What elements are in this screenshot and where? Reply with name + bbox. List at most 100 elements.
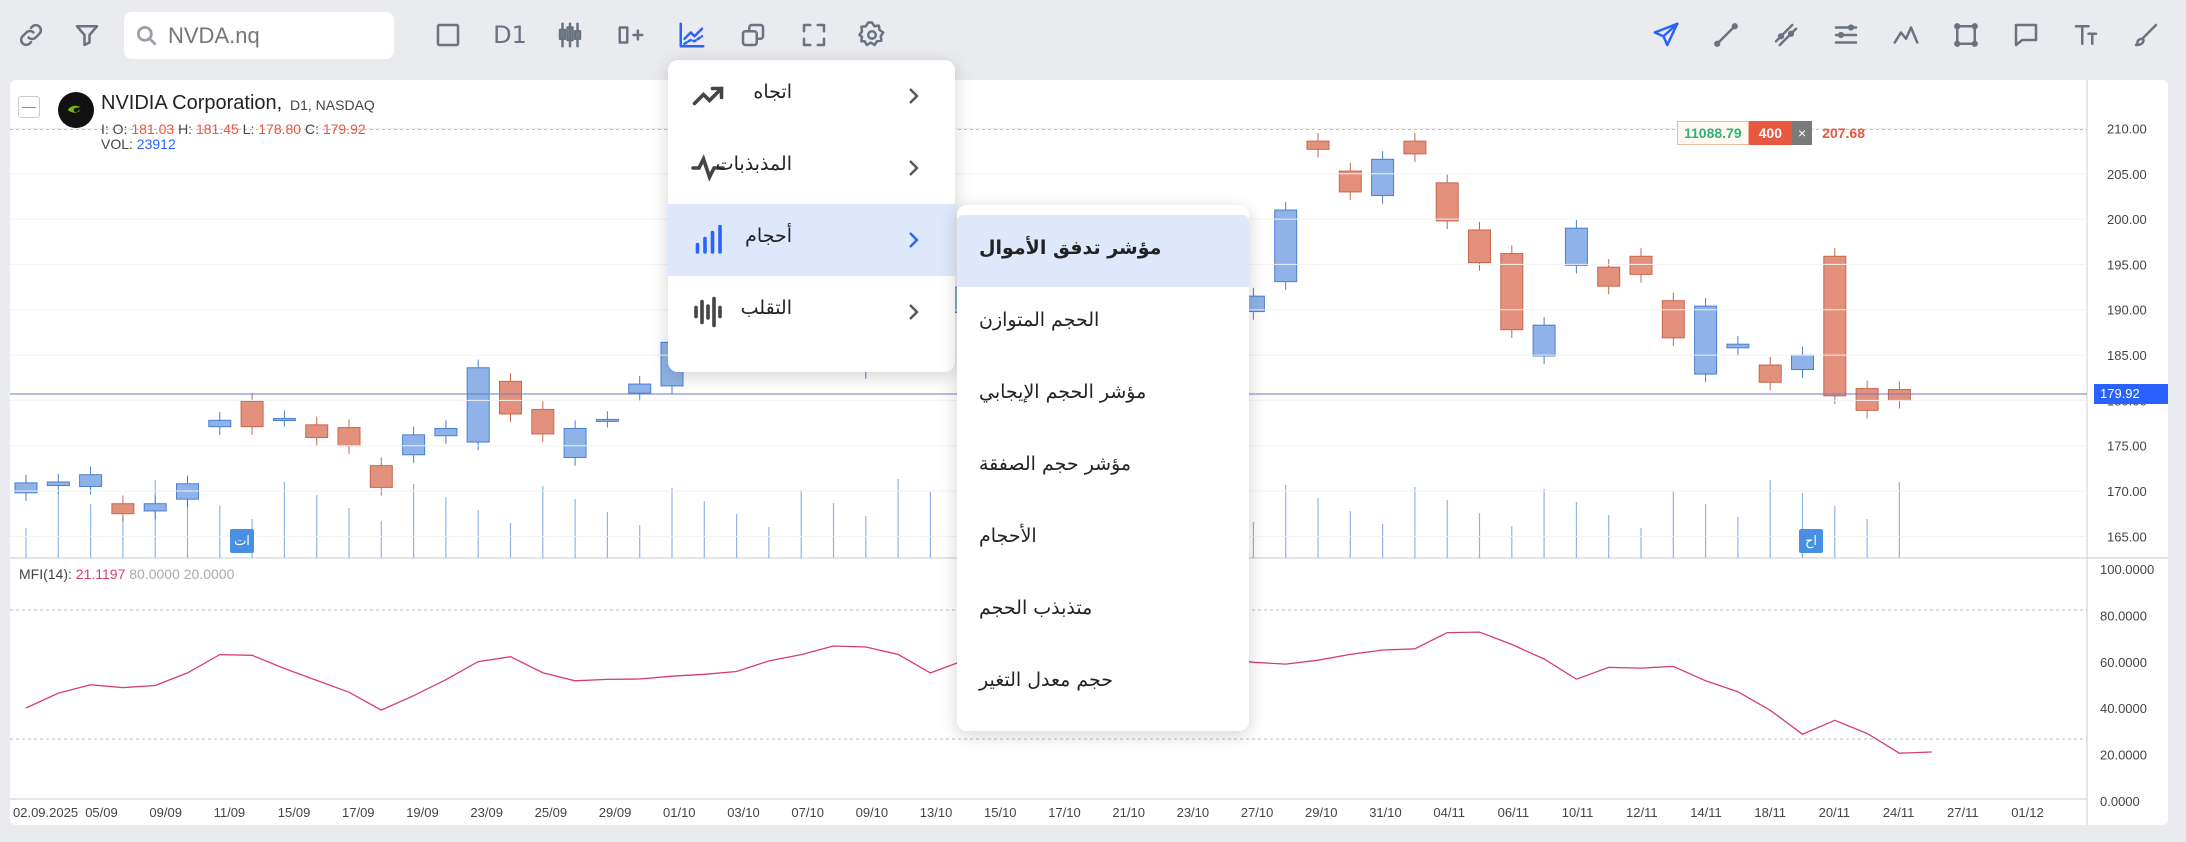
mfi-tick-label: 40.0000: [2100, 701, 2147, 716]
price-tick-label: 165.00: [2107, 529, 2147, 544]
low-label: L:: [242, 121, 255, 137]
mfi-tick-label: 100.0000: [2100, 562, 2154, 577]
candle-body: [1371, 158, 1395, 197]
date-tick-label: 23/09: [470, 805, 503, 820]
menu-item-oscillators[interactable]: المذبذبات: [668, 132, 955, 204]
compare-icon[interactable]: [734, 16, 772, 54]
date-tick-label: 17/10: [1048, 805, 1081, 820]
submenu-item-volumes[interactable]: الأحجام: [957, 503, 1249, 575]
candle-body: [466, 367, 490, 443]
search-input[interactable]: [168, 22, 388, 49]
gear-icon[interactable]: [853, 16, 891, 54]
candle-body: [1597, 266, 1621, 287]
text-icon[interactable]: [2067, 16, 2105, 54]
price-tick-label: 210.00: [2107, 121, 2147, 136]
candles-icon[interactable]: [551, 16, 589, 54]
indicator-category-menu: اتجاه المذبذبات أحجام التقلب: [668, 60, 955, 372]
low-value: 178.80: [258, 121, 302, 137]
candle-body: [1629, 255, 1653, 275]
candle-body: [143, 503, 167, 512]
close-label: C:: [304, 121, 319, 137]
submenu-item-on-balance-volume[interactable]: الحجم المتوازن: [957, 287, 1249, 359]
filter-icon[interactable]: [68, 16, 106, 54]
submenu-item-label: متذبذب الحجم: [979, 597, 1093, 619]
date-tick-label: 09/09: [149, 805, 182, 820]
brush-icon[interactable]: [2127, 16, 2165, 54]
date-tick-label: 09/10: [856, 805, 889, 820]
submenu-item-money-flow-index[interactable]: مؤشر تدفق الأموال: [957, 215, 1249, 287]
date-tick-label: 14/11: [1690, 805, 1722, 820]
date-tick-label: 27/10: [1241, 805, 1274, 820]
cancel-order-button[interactable]: ×: [1791, 121, 1813, 145]
submenu-item-label: حجم معدل التغير: [979, 669, 1114, 691]
date-tick-label: 17/09: [342, 805, 375, 820]
pattern-icon[interactable]: [1887, 16, 1925, 54]
candle-body: [272, 418, 296, 422]
open-label: I: O:: [101, 121, 128, 137]
event-tag[interactable]: ات: [230, 529, 254, 553]
candle-body: [1855, 388, 1879, 411]
candle-body: [1274, 209, 1298, 283]
price-tick-label: 190.00: [2107, 303, 2147, 318]
date-tick-label: 06/11: [1498, 805, 1530, 820]
indicators-icon[interactable]: [673, 16, 711, 54]
rectangle-icon[interactable]: [1947, 16, 1985, 54]
candle-body: [1887, 389, 1911, 401]
submenu-item-volume-oscillator[interactable]: متذبذب الحجم: [957, 575, 1249, 647]
date-tick-label: 12/11: [1626, 805, 1658, 820]
callout-icon[interactable]: [2007, 16, 2045, 54]
timeframe-button[interactable]: D1: [490, 16, 530, 54]
date-tick-label: 05/09: [85, 805, 118, 820]
candle-body: [1500, 253, 1524, 331]
mfi-lower: 20.0000: [183, 566, 235, 582]
order-price: 207.68: [1822, 125, 1865, 141]
timeframe-label: D1: [493, 21, 527, 49]
submenu-item-trade-volume-index[interactable]: مؤشر حجم الصفقة: [957, 431, 1249, 503]
order-price-box[interactable]: 11088.79 400 × 207.68: [1677, 121, 1865, 145]
trend-icon: [690, 78, 726, 114]
submenu-item-label: الحجم المتوازن: [979, 309, 1100, 331]
open-value: 181.03: [131, 121, 175, 137]
mfi-tick-label: 80.0000: [2100, 608, 2147, 623]
add-indicator-icon[interactable]: [612, 16, 650, 54]
price-tick-label: 175.00: [2107, 439, 2147, 454]
fib-levels-icon[interactable]: [1827, 16, 1865, 54]
submenu-item-positive-volume-index[interactable]: مؤشر الحجم الإيجابي: [957, 359, 1249, 431]
channel-icon[interactable]: [1767, 16, 1805, 54]
candle-body: [369, 465, 393, 488]
candle-body: [1403, 140, 1427, 155]
symbol-search[interactable]: [124, 12, 394, 59]
collapse-legend-button[interactable]: —: [18, 96, 40, 118]
send-order-icon[interactable]: [1647, 16, 1685, 54]
event-tag[interactable]: اح: [1799, 529, 1823, 553]
order-quantity[interactable]: 400: [1748, 121, 1792, 145]
date-tick-label: 04/11: [1433, 805, 1465, 820]
trendline-icon[interactable]: [1707, 16, 1745, 54]
candle-body: [240, 400, 264, 428]
menu-item-label: اتجاه: [753, 81, 792, 103]
menu-item-volatility[interactable]: التقلب: [668, 276, 955, 348]
mfi-legend: MFI(14): 21.1197 80.0000 20.0000: [19, 566, 234, 582]
volume-label: VOL:: [101, 136, 133, 152]
date-tick-label: 21/10: [1112, 805, 1145, 820]
price-tick-label: 205.00: [2107, 167, 2147, 182]
nvidia-logo-icon: [58, 92, 94, 128]
date-tick-label: 23/10: [1177, 805, 1210, 820]
high-value: 181.45: [195, 121, 239, 137]
date-tick-label: 20/11: [1819, 805, 1851, 820]
candle-body: [1694, 305, 1718, 375]
candle-body: [595, 418, 619, 422]
link-icon[interactable]: [12, 16, 50, 54]
fullscreen-icon[interactable]: [795, 16, 833, 54]
candle-body: [1306, 140, 1330, 150]
candle-body: [1564, 227, 1588, 266]
menu-item-volumes[interactable]: أحجام: [668, 204, 955, 276]
menu-item-trend[interactable]: اتجاه: [668, 60, 955, 132]
close-value: 179.92: [322, 121, 366, 137]
candle-body: [46, 481, 70, 487]
submenu-item-volume-rate-of-change[interactable]: حجم معدل التغير: [957, 647, 1249, 719]
date-tick-label: 25/09: [535, 805, 568, 820]
date-tick-label: 15/09: [278, 805, 311, 820]
ohlc-values: I: O: 181.03 H: 181.45 L: 178.80 C: 179.…: [101, 121, 366, 137]
square-icon[interactable]: [429, 16, 467, 54]
